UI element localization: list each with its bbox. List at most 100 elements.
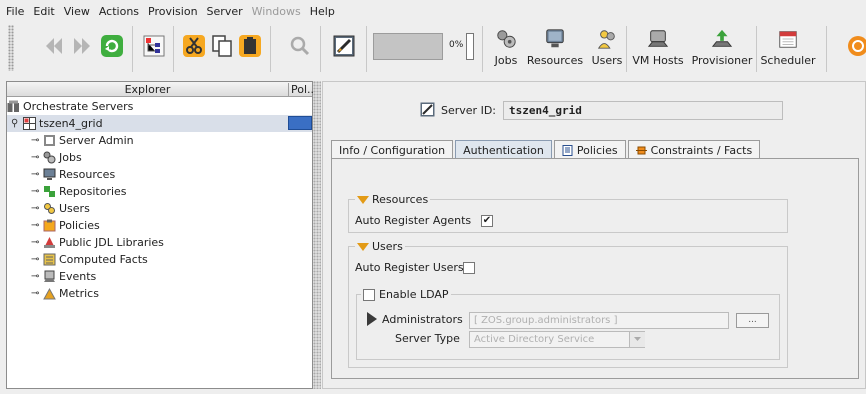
menu-provision[interactable]: Provision [148,5,198,18]
document-icon [562,144,573,156]
tree-root[interactable]: Orchestrate Servers [7,98,312,115]
administrators-field[interactable]: [ ZOS.group.administrators ] [469,312,729,329]
grid-icon [23,117,36,130]
back-button[interactable] [40,32,67,59]
split-divider[interactable] [313,81,321,389]
expand-icon[interactable]: ⊸ [31,186,43,197]
menu-bar: File Edit View Actions Provision Server … [0,0,866,22]
expand-icon[interactable]: ⊸ [31,169,43,180]
copy-button[interactable] [208,32,235,59]
expand-icon[interactable]: ⊸ [31,135,43,146]
ldap-group-title: Enable LDAP [361,288,451,301]
ldap-group: Enable LDAP Administrators [ ZOS.group.a… [356,288,780,360]
explorer-column-header[interactable]: Explorer [7,83,289,97]
toolbar-grip[interactable] [8,25,14,71]
expand-icon[interactable]: ⊸ [31,271,43,282]
explorer-toggle-button[interactable] [140,32,167,59]
library-icon [43,236,56,249]
tree-item[interactable]: ⊸ Server Admin [7,132,312,149]
auto-register-agents-checkbox[interactable]: ✔ [481,215,493,227]
expand-icon[interactable]: ⊸ [31,203,43,214]
vm-hosts-icon [647,30,669,47]
tab-constraints-facts[interactable]: Constraints / Facts [627,140,761,159]
server-admin-icon [43,134,56,147]
resources-button[interactable]: Resources [526,28,584,72]
resources-icon [43,168,56,181]
menu-view[interactable]: View [64,5,90,18]
auto-register-users-checkbox[interactable] [463,262,475,274]
expand-icon[interactable]: ⊸ [31,237,43,248]
users-button[interactable]: Users [590,28,624,72]
refresh-button[interactable] [98,32,125,59]
enable-ldap-checkbox[interactable] [363,288,375,301]
menu-help[interactable]: Help [310,5,335,18]
provisioner-button[interactable]: Provisioner [690,28,754,72]
tree-item[interactable]: ⊸ Jobs [7,149,312,166]
menu-windows[interactable]: Windows [252,5,301,18]
toolbar: 0% Jobs Resources Users VM Hosts Provisi… [0,22,866,76]
expand-icon[interactable]: ⊸ [31,288,43,299]
tree-item[interactable]: ⊸ Users [7,200,312,217]
tree-item[interactable]: ⊸ Resources [7,166,312,183]
tree-item[interactable]: ⊸ Events [7,268,312,285]
copy-icon [211,34,232,57]
key-icon: ⚲ [11,118,19,129]
expand-icon[interactable]: ⊸ [31,254,43,265]
scheduler-button[interactable]: Scheduler [760,28,816,72]
tree-item[interactable]: ⊸ Computed Facts [7,251,312,268]
server-id-field: tszen4_grid [503,101,783,120]
jobs-button[interactable]: Jobs [490,28,522,72]
menu-edit[interactable]: Edit [33,5,54,18]
jobs-icon [497,30,516,48]
tab-info-configuration[interactable]: Info / Configuration [331,140,454,159]
power-icon [847,35,866,56]
scheduler-icon [779,31,797,48]
browse-administrators-button[interactable]: ... [736,313,769,328]
vm-hosts-button[interactable]: VM Hosts [630,28,686,72]
search-icon [290,36,309,55]
explorer-header: Explorer Pol... [7,82,318,97]
metrics-icon [43,287,56,300]
forward-button[interactable] [68,32,95,59]
forward-icon [73,37,90,54]
authentication-panel: Resources Auto Register Agents ✔ Users A… [331,158,859,379]
back-icon [45,37,62,54]
server-type-dropdown-arrow[interactable] [629,332,645,347]
menu-server[interactable]: Server [207,5,243,18]
edit-server-icon [420,102,435,117]
tree-item[interactable]: ⊸ Metrics [7,285,312,302]
auto-register-agents-label: Auto Register Agents [355,214,472,227]
menu-actions[interactable]: Actions [99,5,139,18]
resources-icon [546,29,564,48]
users-group-title[interactable]: Users [355,240,405,253]
expand-admins-icon[interactable] [367,312,377,326]
collapse-icon [357,195,369,204]
server-type-label: Server Type [395,332,460,345]
administrators-label: Administrators [382,313,463,326]
servers-icon [7,100,20,113]
search-button[interactable] [286,32,313,59]
tab-authentication[interactable]: Authentication [455,140,552,159]
progress-percent: 0% [449,40,464,50]
chevron-down-icon [634,337,641,341]
auto-register-users-label: Auto Register Users [355,261,464,274]
computed-facts-icon [43,253,56,266]
server-id-label: Server ID: [441,104,496,117]
server-type-select[interactable]: Active Directory Service [469,331,645,348]
tree-item[interactable]: ⊸ Public JDL Libraries [7,234,312,251]
paste-button[interactable] [236,32,263,59]
tree-item[interactable]: ⊸ Repositories [7,183,312,200]
extra-tool-button[interactable] [844,32,866,59]
detail-panel: Server ID: tszen4_grid Info / Configurat… [322,81,866,389]
menu-file[interactable]: File [6,5,24,18]
tree-grid[interactable]: ⚲ tszen4_grid [7,115,312,132]
edit-button[interactable] [330,32,357,59]
expand-icon[interactable]: ⊸ [31,152,43,163]
expand-icon[interactable]: ⊸ [31,220,43,231]
cut-button[interactable] [180,32,207,59]
progress-bar [373,33,443,60]
resources-group-title[interactable]: Resources [355,193,431,206]
tree-item[interactable]: ⊸ Policies [7,217,312,234]
jobs-icon [43,151,56,164]
tab-policies[interactable]: Policies [553,140,626,159]
